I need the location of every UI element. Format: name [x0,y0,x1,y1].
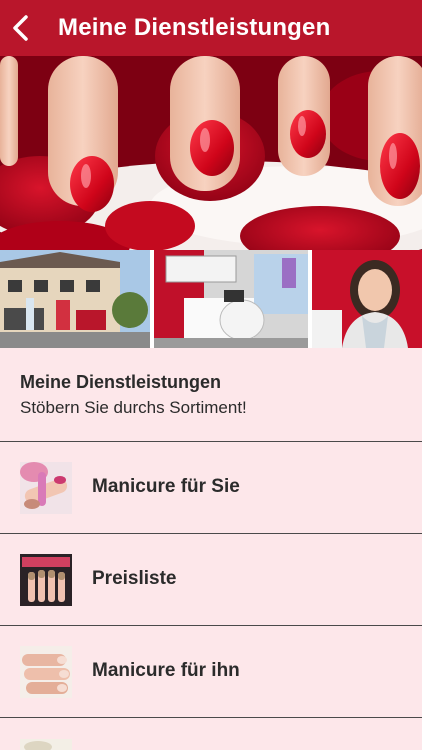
hero-image [0,56,422,250]
intro-subtitle: Stöbern Sie durchs Sortiment! [20,398,247,417]
back-button[interactable] [2,0,38,56]
service-item-manicure-fuer-ihn[interactable]: Manicure für ihn [0,626,422,718]
service-item-preisliste[interactable]: Preisliste [0,534,422,626]
mens-manicure-photo-icon [20,646,72,698]
gallery-photo-salon[interactable] [154,250,308,348]
manicure-photo-icon [20,462,72,514]
service-label: Manicure für ihn [92,660,240,681]
gallery-photo-owner[interactable] [312,250,422,348]
photo-gallery [0,250,422,348]
service-label: Preisliste [92,568,177,589]
service-item-manicure-fuer-sie[interactable]: Manicure für Sie [0,442,422,534]
intro-section: Meine Dienstleistungen Stöbern Sie durch… [0,348,422,442]
service-item-partial[interactable] [0,718,422,750]
page-title: Meine Dienstleistungen [58,14,331,41]
price-list-photo-icon [20,554,72,606]
service-photo-icon [20,738,72,750]
back-arrow-icon [13,15,28,41]
service-label: Manicure für Sie [92,476,240,497]
intro-heading: Meine Dienstleistungen [20,372,222,392]
gallery-photo-building[interactable] [0,250,150,348]
app-header: Meine Dienstleistungen [0,0,422,56]
